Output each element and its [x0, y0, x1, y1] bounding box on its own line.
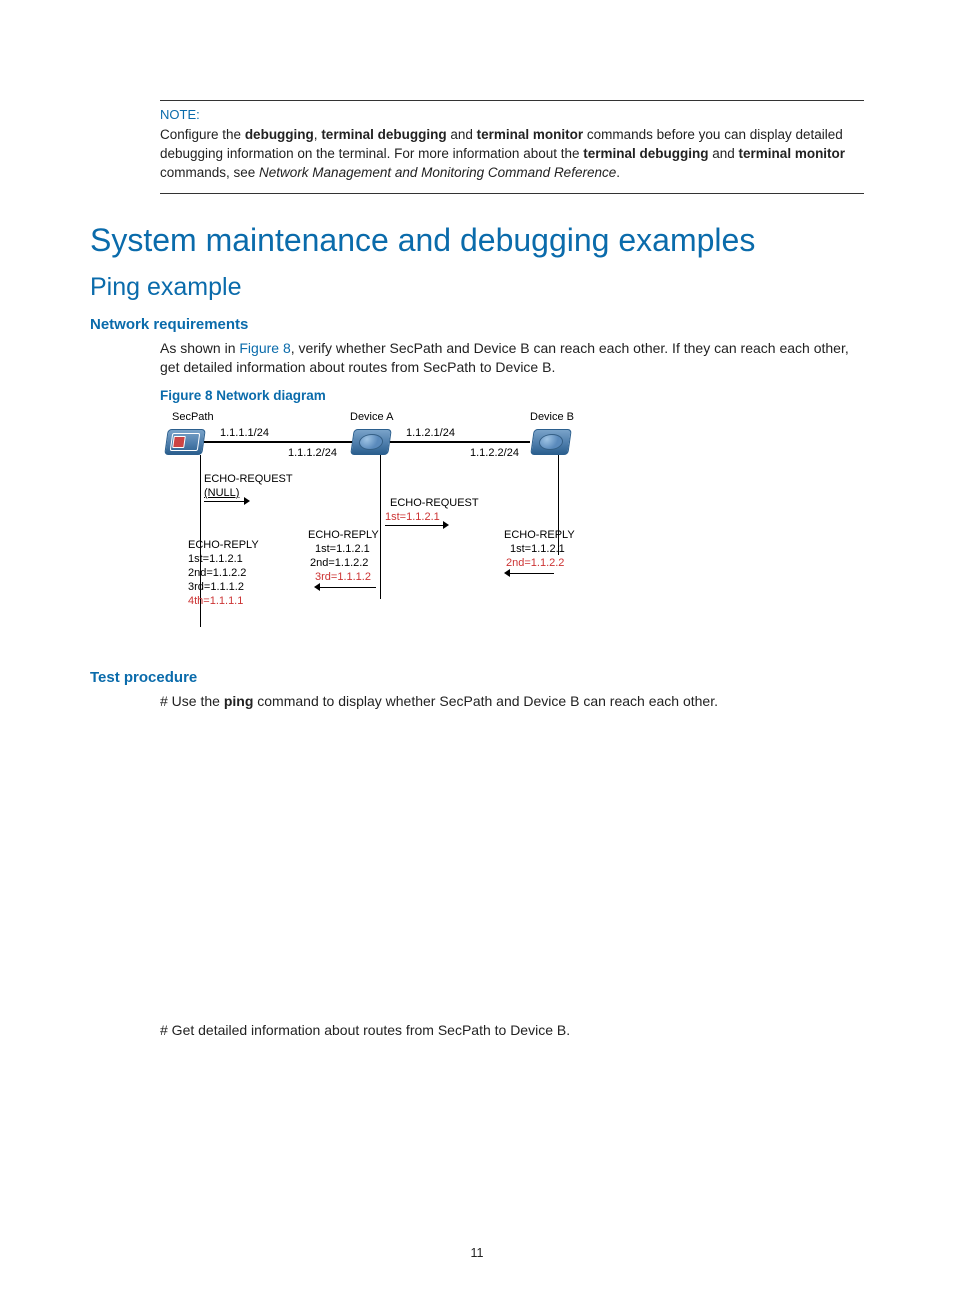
text: and — [447, 127, 477, 142]
page: NOTE: Configure the debugging, terminal … — [0, 0, 954, 1296]
text: As shown in — [160, 340, 239, 356]
arrow-line — [204, 501, 244, 502]
label-device-a: Device A — [350, 411, 393, 423]
paragraph-test1: # Use the ping command to display whethe… — [160, 692, 864, 712]
link-line — [204, 441, 352, 443]
arrow-line — [320, 587, 376, 588]
arrow-left-icon — [504, 569, 510, 577]
text: . — [616, 165, 620, 180]
echo-request-label: ECHO-REQUEST — [204, 473, 293, 485]
heading-2: Ping example — [90, 273, 864, 302]
arrow-left-icon — [314, 583, 320, 591]
text: and — [709, 146, 739, 161]
figure-caption: Figure 8 Network diagram — [160, 388, 864, 403]
note-label: NOTE: — [160, 107, 864, 122]
reply-line: 1st=1.1.2.1 — [315, 543, 370, 555]
text: command to display whether SecPath and D… — [253, 693, 718, 709]
reply-line-new: 3rd=1.1.1.2 — [315, 571, 371, 583]
router-b-icon — [530, 429, 572, 455]
reply-line: 2nd=1.1.2.2 — [188, 567, 246, 579]
arrow-line — [510, 573, 554, 574]
echo-reply-label: ECHO-REPLY — [188, 539, 259, 551]
label-device-b: Device B — [530, 411, 574, 423]
arrow-line — [385, 525, 443, 526]
reply-line-new: 2nd=1.1.2.2 — [506, 557, 564, 569]
text-italic: Network Management and Monitoring Comman… — [259, 165, 616, 180]
note-text: Configure the debugging, terminal debugg… — [160, 126, 864, 183]
label-secpath: SecPath — [172, 411, 214, 423]
vline — [380, 455, 381, 599]
text-bold: terminal monitor — [477, 127, 584, 142]
ip-label: 1.1.2.1/24 — [406, 427, 455, 439]
null-label: (NULL) — [204, 487, 239, 499]
page-number: 11 — [0, 1246, 954, 1260]
text-bold: terminal monitor — [739, 146, 846, 161]
figure-link[interactable]: Figure 8 — [239, 340, 290, 356]
reply-line-new: 4th=1.1.1.1 — [188, 595, 243, 607]
paragraph-netreq: As shown in Figure 8, verify whether Sec… — [160, 339, 864, 378]
ip-label: 1.1.1.1/24 — [220, 427, 269, 439]
text-bold: terminal debugging — [321, 127, 446, 142]
text-bold: terminal debugging — [583, 146, 708, 161]
heading-3-test-procedure: Test procedure — [90, 669, 864, 686]
heading-1: System maintenance and debugging example… — [90, 222, 864, 259]
text-bold: debugging — [245, 127, 314, 142]
text: # Use the — [160, 693, 224, 709]
reply-line: 2nd=1.1.2.2 — [310, 557, 368, 569]
echo-reply-label: ECHO-REPLY — [504, 529, 575, 541]
reply-line: 1st=1.1.2.1 — [510, 543, 565, 555]
ip-label: 1.1.2.2/24 — [470, 447, 519, 459]
reply-line: 1st=1.1.2.1 — [188, 553, 243, 565]
link-line — [390, 441, 530, 443]
text: Configure the — [160, 127, 245, 142]
ip-label: 1.1.1.2/24 — [288, 447, 337, 459]
echo-reply-label: ECHO-REPLY — [308, 529, 379, 541]
text-bold: ping — [224, 693, 254, 709]
arrow-right-icon — [443, 521, 449, 529]
network-diagram: SecPath Device A Device B 1.1.1.1/24 1.1… — [160, 411, 864, 641]
secpath-icon — [164, 429, 206, 455]
router-a-icon — [350, 429, 392, 455]
note-box: NOTE: Configure the debugging, terminal … — [160, 100, 864, 194]
arrow-right-icon — [244, 497, 250, 505]
heading-3-network-requirements: Network requirements — [90, 316, 864, 333]
echo-request-label: ECHO-REQUEST — [390, 497, 479, 509]
paragraph-test2: # Get detailed information about routes … — [160, 1021, 864, 1041]
reply-line-new: 1st=1.1.2.1 — [385, 511, 440, 523]
reply-line: 3rd=1.1.1.2 — [188, 581, 244, 593]
text: commands, see — [160, 165, 259, 180]
